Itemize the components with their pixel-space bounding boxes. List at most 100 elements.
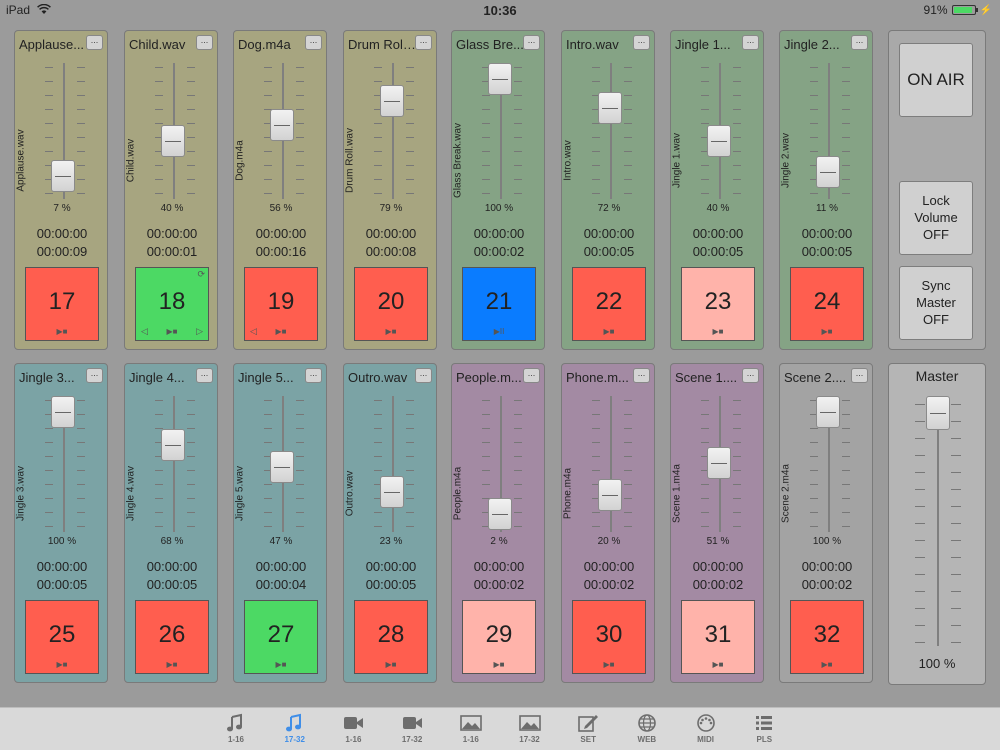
play-pad-button[interactable]: 27 ▶■ <box>244 600 318 674</box>
play-pad-button[interactable]: 21 ▶II <box>462 267 536 341</box>
volume-slider-thumb[interactable] <box>488 63 512 95</box>
play-pad-button[interactable]: 18 ▶■ ⟳ ◁ ▷ <box>135 267 209 341</box>
volume-slider-track[interactable] <box>610 63 612 199</box>
elapsed-time: 00:00:00 <box>692 226 744 241</box>
volume-slider-thumb[interactable] <box>816 155 840 188</box>
play-pad-button[interactable]: 30 ▶■ <box>572 600 646 674</box>
player-title: Jingle 4... <box>129 370 185 385</box>
play-stop-icon: ▶■ <box>385 660 397 669</box>
play-pad-button[interactable]: 32 ▶■ <box>790 600 864 674</box>
play-pad-button[interactable]: 31 ▶■ <box>681 600 755 674</box>
play-pad-button[interactable]: 24 ▶■ <box>790 267 864 341</box>
volume-slider-thumb[interactable] <box>707 446 731 479</box>
master-title: Master <box>915 368 959 384</box>
elapsed-time: 00:00:00 <box>801 226 853 241</box>
play-pad-button[interactable]: 25 ▶■ <box>25 600 99 674</box>
file-name-label: Scene 1.m4a <box>671 464 683 523</box>
pad-number: 23 <box>704 288 732 315</box>
player-title: Scene 1.... <box>675 370 738 385</box>
tab-pencil-edit-set[interactable]: SET <box>566 713 610 744</box>
volume-slider-thumb[interactable] <box>380 476 404 509</box>
duration-time: 00:00:16 <box>255 244 307 259</box>
master-tick <box>915 438 925 439</box>
volume-slider-thumb[interactable] <box>488 497 512 530</box>
volume-slider-thumb[interactable] <box>270 108 294 141</box>
volume-slider-thumb[interactable] <box>380 84 404 117</box>
on-air-button[interactable]: ON AIR <box>899 43 973 117</box>
player-menu-button[interactable]: ... <box>742 35 759 50</box>
player-menu-button[interactable]: ... <box>742 368 759 383</box>
play-pad-button[interactable]: 20 ▶■ <box>354 267 428 341</box>
player-menu-button[interactable]: ... <box>851 368 868 383</box>
volume-slider-thumb[interactable] <box>161 125 185 158</box>
file-name-label: Outro.wav <box>344 470 356 517</box>
volume-slider-thumb[interactable] <box>51 396 75 428</box>
elapsed-time: 00:00:00 <box>255 559 307 574</box>
battery-area: 91% ⚡ <box>924 3 992 17</box>
volume-slider-thumb[interactable] <box>598 92 622 125</box>
player-menu-button[interactable]: ... <box>86 35 103 50</box>
tab-image-1-16[interactable]: 1-16 <box>449 713 493 744</box>
volume-percent: 2 % <box>490 536 508 547</box>
play-pad-button[interactable]: 23 ▶■ <box>681 267 755 341</box>
master-tick <box>915 540 925 541</box>
volume-slider-track[interactable] <box>173 396 175 532</box>
duration-time: 00:00:01 <box>146 244 198 259</box>
master-slider-track[interactable] <box>937 400 939 646</box>
pad-number: 18 <box>158 288 186 315</box>
play-pad-button[interactable]: 17 ▶■ <box>25 267 99 341</box>
tab-image-17-32[interactable]: 17-32 <box>508 713 552 744</box>
tab-video-camera-1-16[interactable]: 1-16 <box>331 713 375 744</box>
volume-slider-thumb[interactable] <box>598 479 622 512</box>
player-menu-button[interactable]: ... <box>196 35 213 50</box>
duration-time: 00:00:05 <box>146 577 198 592</box>
master-slider-thumb[interactable] <box>926 396 950 430</box>
volume-slider-thumb[interactable] <box>161 429 185 462</box>
play-stop-icon: ▶II <box>493 327 505 336</box>
volume-slider-track[interactable] <box>392 396 394 532</box>
player-title: Dog.m4a <box>238 37 291 52</box>
player-tile: Jingle 2...... Jingle 2.wav 11 % 00:00:00 00… <box>779 30 873 350</box>
master-tick <box>915 591 925 592</box>
player-menu-button[interactable]: ... <box>196 368 213 383</box>
play-pad-button[interactable]: 29 ▶■ <box>462 600 536 674</box>
player-menu-button[interactable]: ... <box>86 368 103 383</box>
tab-list-pls[interactable]: PLS <box>742 713 786 744</box>
player-menu-button[interactable]: ... <box>523 35 540 50</box>
volume-slider-thumb[interactable] <box>816 396 840 428</box>
volume-slider-track[interactable] <box>392 63 394 199</box>
play-pad-button[interactable]: 28 ▶■ <box>354 600 428 674</box>
player-menu-button[interactable]: ... <box>305 368 322 383</box>
player-title: Scene 2.... <box>784 370 847 385</box>
play-pad-button[interactable]: 26 ▶■ <box>135 600 209 674</box>
volume-slider-track[interactable] <box>610 396 612 532</box>
player-menu-button[interactable]: ... <box>305 35 322 50</box>
sync-master-button[interactable]: Sync Master OFF <box>899 266 973 340</box>
tab-midi-connector-midi[interactable]: MIDI <box>684 713 728 744</box>
player-menu-button[interactable]: ... <box>633 368 650 383</box>
player-menu-button[interactable]: ... <box>851 35 868 50</box>
clock: 10:36 <box>483 3 517 18</box>
lock-volume-button[interactable]: Lock Volume OFF <box>899 181 973 255</box>
music-note-icon <box>285 713 301 732</box>
play-pad-button[interactable]: 19 ▶■ ◁ <box>244 267 318 341</box>
tab-music-note-1-16[interactable]: 1-16 <box>214 713 258 744</box>
player-menu-button[interactable]: ... <box>633 35 650 50</box>
pencil-edit-icon <box>578 715 599 732</box>
player-menu-button[interactable]: ... <box>415 35 432 50</box>
play-pad-button[interactable]: 22 ▶■ <box>572 267 646 341</box>
tab-globe-web[interactable]: WEB <box>625 713 669 744</box>
player-menu-button[interactable]: ... <box>523 368 540 383</box>
master-tick <box>951 642 961 643</box>
master-tick <box>915 489 925 490</box>
previous-icon: ◁ <box>250 326 257 336</box>
volume-slider-thumb[interactable] <box>270 451 294 484</box>
globe-icon <box>638 714 656 732</box>
player-menu-button[interactable]: ... <box>415 368 432 383</box>
tab-video-camera-17-32[interactable]: 17-32 <box>390 713 434 744</box>
tab-music-note-17-32[interactable]: 17-32 <box>273 713 317 744</box>
control-panel: ON AIR Lock Volume OFF Sync Master OFF <box>888 30 986 350</box>
volume-slider-thumb[interactable] <box>51 159 75 192</box>
volume-slider-thumb[interactable] <box>707 125 731 158</box>
volume-percent: 23 % <box>379 536 403 547</box>
